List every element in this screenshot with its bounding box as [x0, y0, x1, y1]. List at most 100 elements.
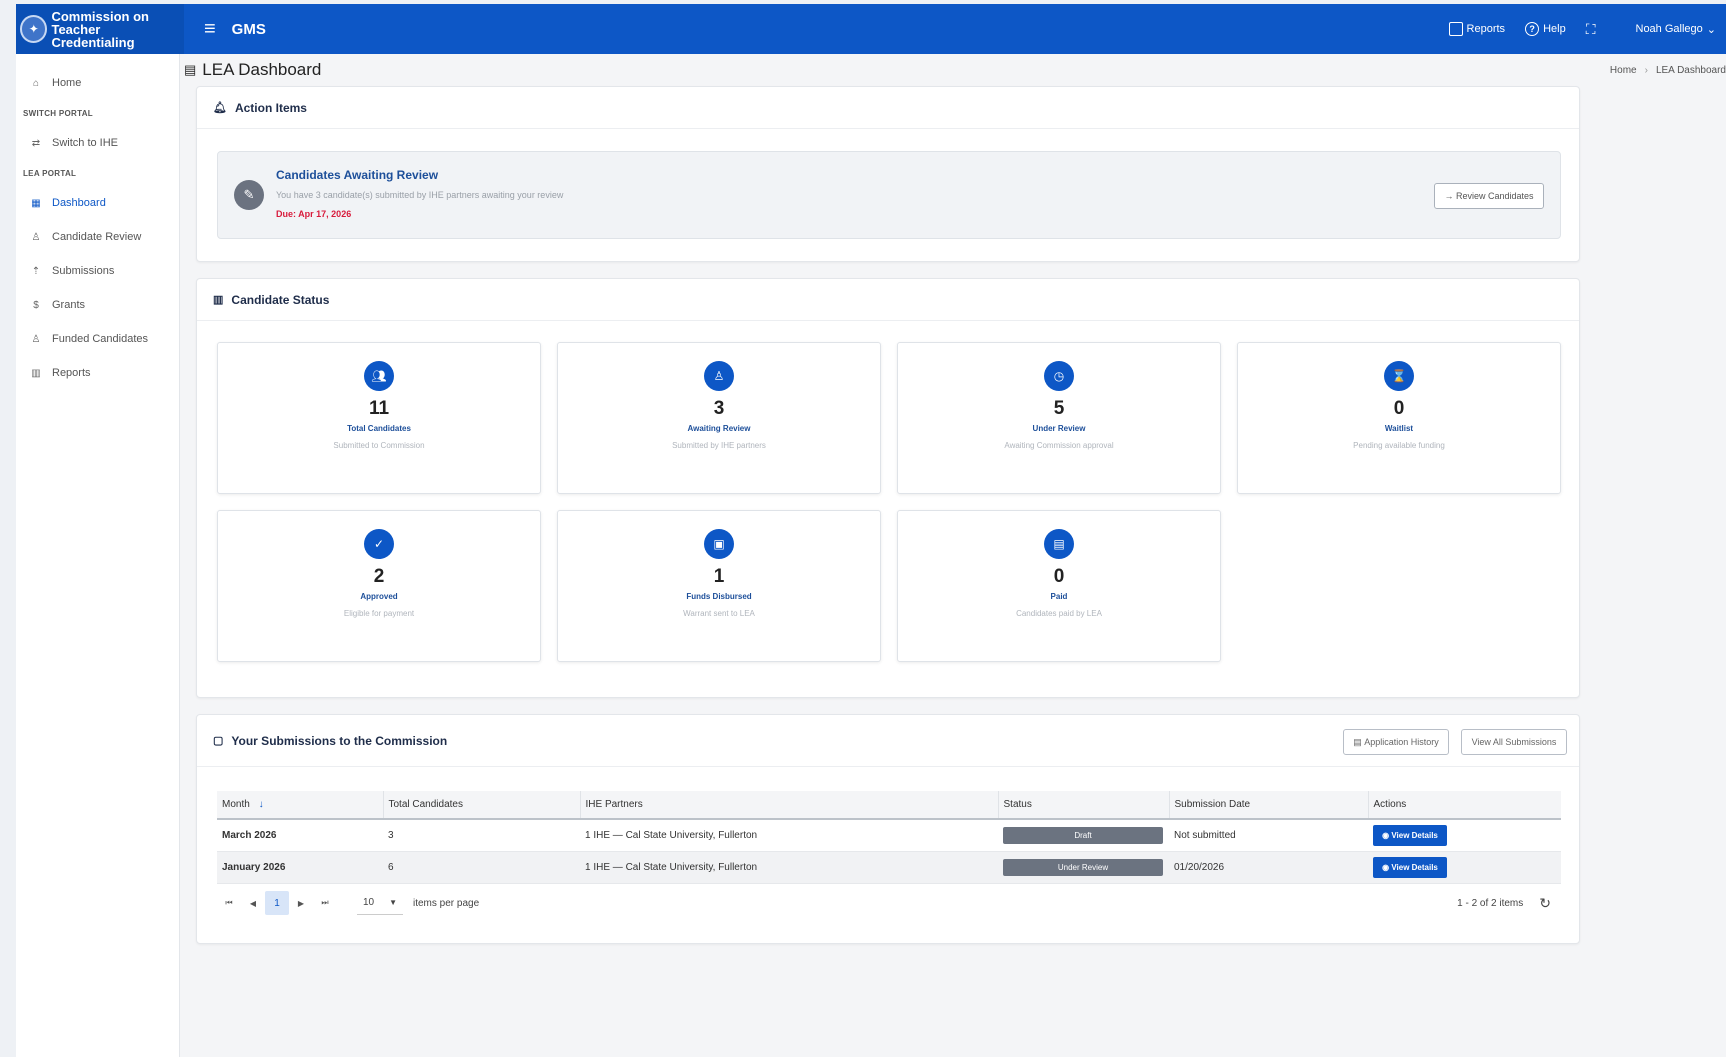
review-alert: ✎ Candidates Awaiting Review You have 3 …	[217, 151, 1561, 239]
cell-actions: ◉ View Details	[1368, 851, 1561, 884]
bar-chart-icon: ▥	[31, 367, 41, 379]
action-items-card: 🔔︎ Action Items ✎ Candidates Awaiting Re…	[196, 86, 1580, 262]
pagination-summary-wrap: 1 - 2 of 2 items ↻	[1457, 895, 1561, 912]
eye-icon: ◉	[1382, 862, 1392, 872]
candidate-status-title: Candidate Status	[231, 292, 330, 307]
sidebar-item-home[interactable]: ⌂ Home	[16, 66, 179, 100]
stat-label: Funds Disbursed	[686, 592, 752, 601]
breadcrumb-separator: ›	[1644, 64, 1648, 76]
menu-toggle-icon[interactable]: ≡	[204, 18, 216, 41]
sidebar-item-funded-candidates[interactable]: ♙ Funded Candidates	[16, 322, 179, 356]
cell-partners: 1 IHE — Cal State University, Fullerton	[580, 851, 998, 884]
top-bar: ✦ Commission on Teacher Credentialing ≡ …	[16, 4, 1726, 54]
refresh-icon[interactable]: ↻	[1539, 895, 1551, 912]
app-frame: ✦ Commission on Teacher Credentialing ≡ …	[16, 4, 1726, 1057]
switch-icon: ⇄	[31, 137, 41, 149]
submissions-title: Your Submissions to the Commission	[231, 733, 448, 748]
column-header-label: Actions	[1373, 799, 1407, 810]
sidebar-item-label: Submissions	[52, 265, 115, 277]
stat-tile-under-review[interactable]: ◷ 5 Under Review Awaiting Commission app…	[897, 342, 1221, 494]
waitlist-icon: ⌛	[1384, 361, 1414, 391]
main-content: ▤ LEA Dashboard Home › LEA Dashboard 🔔︎ …	[182, 54, 1726, 1057]
prev-page-icon[interactable]: ◀	[241, 891, 265, 915]
sidebar-item-dashboard[interactable]: ▦ Dashboard	[16, 186, 179, 220]
cell-date: Not submitted	[1169, 819, 1368, 852]
stat-value: 5	[1053, 398, 1065, 419]
grid-icon: ▦	[31, 197, 41, 209]
column-header-partners[interactable]: IHE Partners	[580, 791, 999, 820]
caret-down-icon: ▼	[389, 898, 397, 907]
stat-subtext: Submitted to Commission	[333, 441, 425, 450]
upload-icon: ⇡	[31, 265, 41, 277]
home-icon: ⌂	[32, 77, 40, 89]
page-number-current[interactable]: 1	[265, 891, 289, 915]
submissions-table: Month ↓ Total Candidates IHE Partners St…	[217, 791, 1561, 884]
stat-subtext: Candidates paid by LEA	[1016, 609, 1102, 618]
users-icon: 👥︎	[364, 361, 394, 391]
stat-subtext: Submitted by IHE partners	[672, 441, 766, 450]
view-all-submissions-button[interactable]: View All Submissions	[1461, 729, 1567, 755]
view-details-label: View Details	[1391, 862, 1438, 872]
stat-value: 0	[1053, 566, 1065, 587]
sort-down-icon: ↓	[258, 799, 264, 810]
alert-due-date: Due: Apr 17, 2026	[276, 209, 352, 219]
candidate-status-header: ▥ Candidate Status	[197, 279, 1579, 321]
status-badge: Draft	[1003, 826, 1163, 844]
page-size-value: 10	[363, 897, 375, 908]
last-page-icon[interactable]: ⏭	[313, 891, 337, 915]
review-candidates-label: Review Candidates	[1455, 191, 1534, 201]
reports-link[interactable]: Reports	[1448, 22, 1505, 36]
clock-icon: ◷	[1044, 361, 1074, 391]
sidebar-item-grants[interactable]: $ Grants	[16, 288, 179, 322]
sidebar-item-submissions[interactable]: ⇡ Submissions	[16, 254, 179, 288]
check-icon: ✓	[364, 529, 394, 559]
application-history-button[interactable]: ▤ Application History	[1343, 729, 1449, 755]
view-details-button[interactable]: ◉ View Details	[1373, 824, 1447, 846]
column-header-label: IHE Partners	[585, 799, 643, 810]
column-header-status[interactable]: Status	[998, 791, 1170, 820]
view-details-button[interactable]: ◉ View Details	[1373, 856, 1447, 878]
sidebar: ⌂ Home SWITCH PORTAL ⇄ Switch to IHE LEA…	[16, 54, 180, 1057]
brand[interactable]: ✦ Commission on Teacher Credentialing	[16, 4, 184, 54]
stat-tile-waitlist[interactable]: ⌛ 0 Waitlist Pending available funding	[1237, 342, 1561, 494]
user-dollar-icon: ♙	[31, 333, 41, 345]
review-candidates-button[interactable]: → Review Candidates	[1434, 183, 1544, 209]
user-menu[interactable]: Noah Gallego ⌄	[1616, 23, 1717, 36]
help-link[interactable]: ? Help	[1525, 22, 1566, 36]
breadcrumb-home[interactable]: Home	[1610, 65, 1637, 76]
user-edit-icon: ✎	[234, 180, 264, 210]
cell-date: 01/20/2026	[1169, 851, 1368, 884]
stat-tile-paid[interactable]: ▤ 0 Paid Candidates paid by LEA	[897, 510, 1221, 662]
sidebar-item-candidate-review[interactable]: ♙ Candidate Review	[16, 220, 179, 254]
column-header-total[interactable]: Total Candidates	[383, 791, 581, 820]
stat-subtext: Pending available funding	[1353, 441, 1445, 450]
stat-tile-approved[interactable]: ✓ 2 Approved Eligible for payment	[217, 510, 541, 662]
stat-tile-awaiting-review[interactable]: ♙ 3 Awaiting Review Submitted by IHE par…	[557, 342, 881, 494]
stat-label: Awaiting Review	[687, 424, 751, 433]
application-history-label: Application History	[1364, 737, 1439, 747]
stat-subtext: Warrant sent to LEA	[683, 609, 755, 618]
page-size-select[interactable]: 10 ▼	[357, 891, 403, 915]
history-icon: ▤	[1353, 736, 1365, 747]
column-header-date[interactable]: Submission Date	[1169, 791, 1369, 820]
per-page-label: items per page	[413, 897, 480, 909]
sidebar-section-lea: LEA PORTAL	[23, 168, 77, 178]
sidebar-item-label: Home	[52, 77, 82, 89]
action-items-title: Action Items	[234, 100, 307, 115]
sidebar-item-label: Grants	[52, 299, 86, 311]
table-row: January 2026 6 1 IHE — Cal State Univers…	[217, 851, 1561, 884]
first-page-icon[interactable]: ⏮	[217, 891, 241, 915]
fullscreen-icon[interactable]: ⛶	[1586, 21, 1596, 38]
id-card-icon: ▤	[1044, 529, 1074, 559]
stat-value: 3	[713, 398, 725, 419]
stat-value: 1	[713, 566, 725, 587]
column-header-month[interactable]: Month ↓	[217, 791, 384, 820]
next-page-icon[interactable]: ▶	[289, 891, 313, 915]
stat-label: Waitlist	[1384, 424, 1414, 433]
building-icon: ▤	[184, 62, 197, 77]
top-right: Reports ? Help ⛶ Noah Gallego ⌄	[1448, 21, 1726, 38]
sidebar-item-switch-ihe[interactable]: ⇄ Switch to IHE	[16, 126, 179, 160]
stat-tile-total-candidates[interactable]: 👥︎ 11 Total Candidates Submitted to Comm…	[217, 342, 541, 494]
sidebar-item-reports[interactable]: ▥ Reports	[16, 356, 179, 390]
stat-tile-funds-disbursed[interactable]: ▣ 1 Funds Disbursed Warrant sent to LEA	[557, 510, 881, 662]
